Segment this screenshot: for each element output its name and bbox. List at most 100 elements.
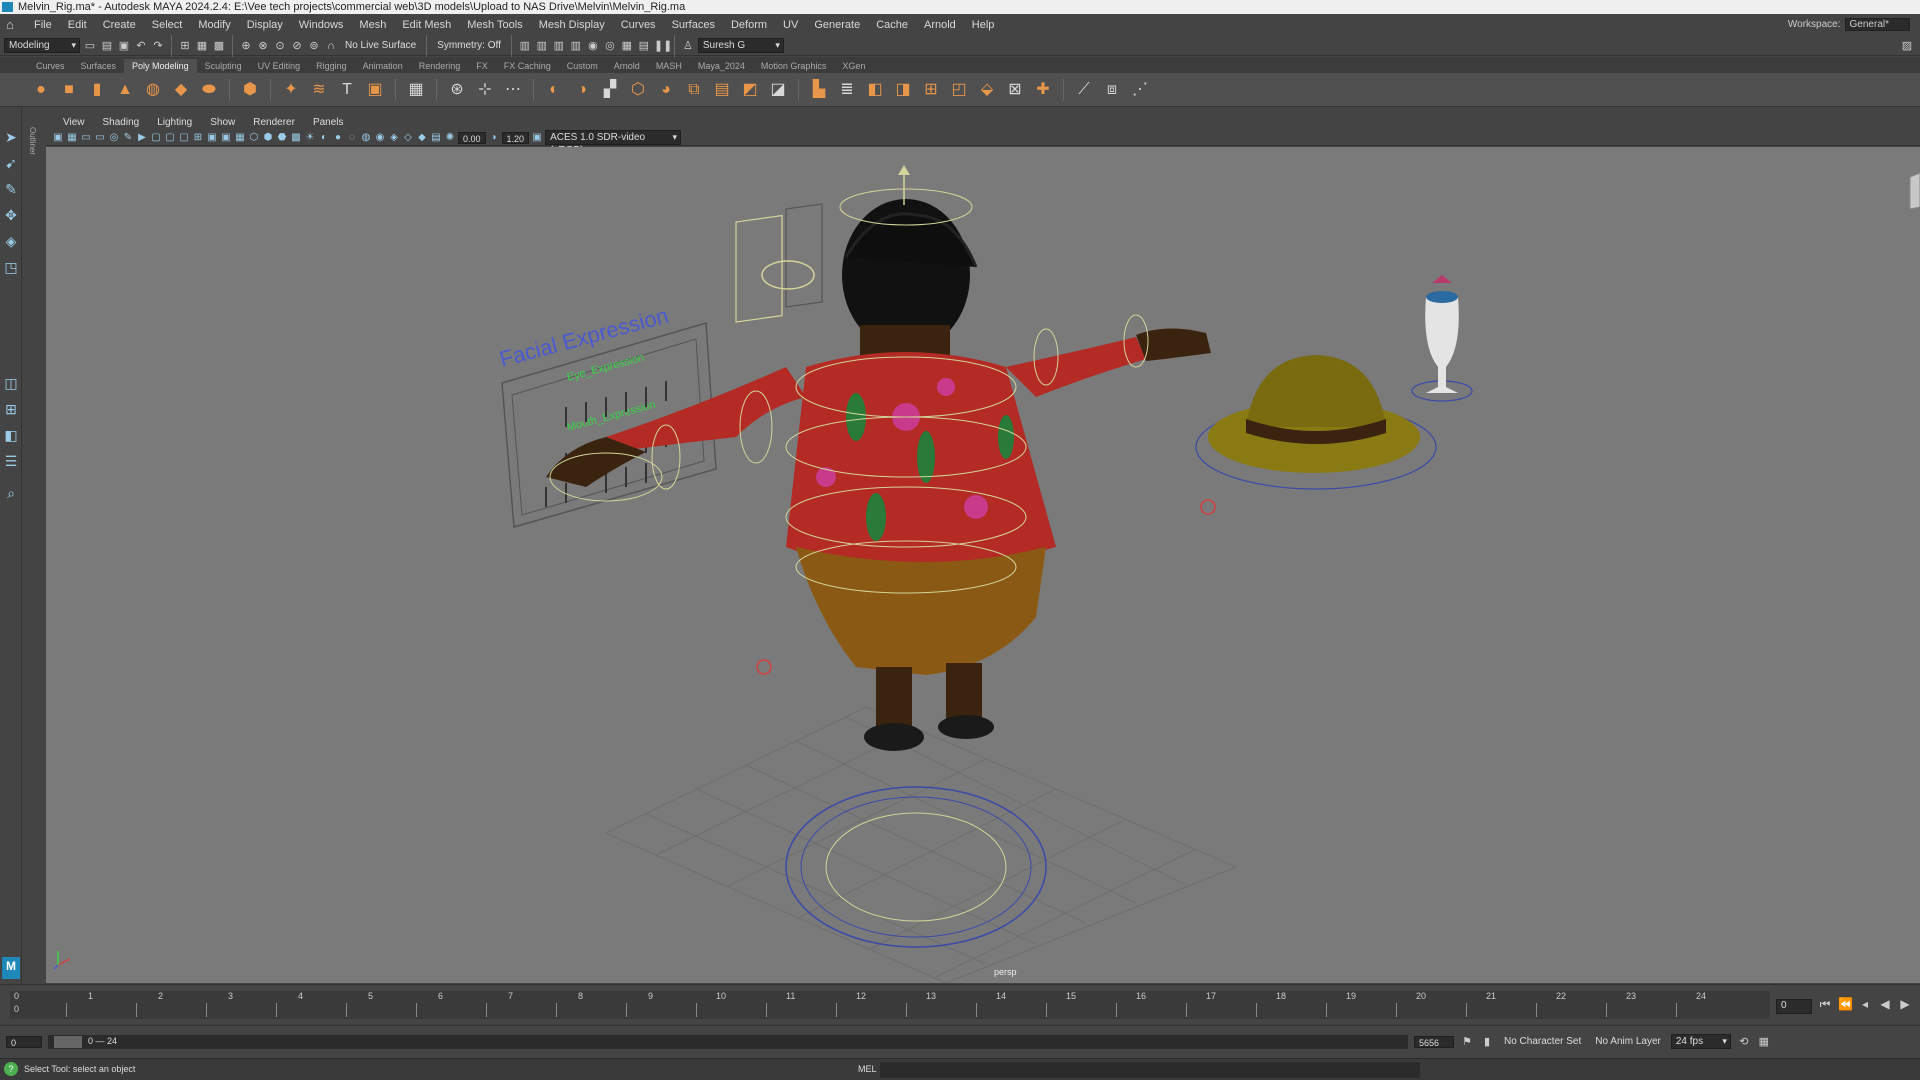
append-icon[interactable]: ◩: [739, 79, 761, 101]
paint-select-icon[interactable]: ✎: [3, 181, 19, 197]
shelf-tab-arnold[interactable]: Arnold: [606, 59, 648, 73]
redo-icon[interactable]: ↷: [151, 39, 165, 53]
character-set-field[interactable]: No Character Set: [1500, 1036, 1585, 1047]
playback-options-icon[interactable]: ▦: [1757, 1035, 1771, 1049]
toggle-sidebar-icon[interactable]: ▨: [1900, 39, 1914, 53]
panel-menu-shading[interactable]: Shading: [94, 117, 149, 128]
play-forwards-icon[interactable]: ▶: [1898, 997, 1912, 1012]
view-transform-dropdown[interactable]: ACES 1.0 SDR-video (sRGB): [545, 130, 682, 156]
shelf-tab-sculpting[interactable]: Sculpting: [197, 59, 250, 73]
step-back-key-icon[interactable]: ⏪: [1838, 997, 1853, 1012]
use-all-lights-icon[interactable]: ☀: [304, 132, 316, 144]
new-scene-icon[interactable]: ▭: [83, 39, 97, 53]
insert-loop-icon[interactable]: ⧈: [1101, 79, 1123, 101]
menu-arnold[interactable]: Arnold: [916, 19, 964, 31]
arnold-ipr-icon[interactable]: ▦: [620, 39, 634, 53]
exposure-field[interactable]: 0.00: [458, 131, 486, 144]
measure-icon[interactable]: ⋯: [502, 79, 524, 101]
menu-edit-mesh[interactable]: Edit Mesh: [394, 19, 459, 31]
shelf-tab-curves[interactable]: Curves: [28, 59, 73, 73]
type-tool-icon[interactable]: T: [336, 79, 358, 101]
shadows-icon[interactable]: ◐: [318, 132, 330, 144]
menu-generate[interactable]: Generate: [806, 19, 868, 31]
safe-action-icon[interactable]: ▣: [206, 132, 218, 144]
home-icon[interactable]: ⌂: [6, 18, 20, 31]
svg-tool-icon[interactable]: ▣: [364, 79, 386, 101]
magnet-icon[interactable]: ∩: [324, 39, 338, 53]
image-plane-icon[interactable]: ▭: [94, 132, 106, 144]
menu-create[interactable]: Create: [95, 19, 144, 31]
select-tool-icon[interactable]: ➤: [3, 129, 19, 145]
smooth-shade-icon[interactable]: ⬢: [262, 132, 274, 144]
save-scene-icon[interactable]: ▣: [117, 39, 131, 53]
menu-modify[interactable]: Modify: [190, 19, 238, 31]
multi-cut-icon[interactable]: ✚: [1032, 79, 1054, 101]
super-shape-icon[interactable]: ✦: [280, 79, 302, 101]
panel-menu-panels[interactable]: Panels: [304, 117, 353, 128]
panel-menu-show[interactable]: Show: [201, 117, 244, 128]
snap-surface-icon[interactable]: ⊚: [307, 39, 321, 53]
hypershade-icon[interactable]: ◉: [586, 39, 600, 53]
reduce-icon[interactable]: ◑: [571, 79, 593, 101]
field-chart-icon[interactable]: ⊞: [192, 132, 204, 144]
symmetry-field[interactable]: Symmetry: Off: [433, 40, 505, 51]
current-frame-field[interactable]: 0: [1776, 999, 1812, 1014]
arnold-render-icon[interactable]: ◎: [603, 39, 617, 53]
gate-mask-icon[interactable]: ▢: [178, 132, 190, 144]
persp-viewport[interactable]: Facial Expression Eye_Expression Mouth_E…: [46, 147, 1920, 983]
mel-command-input[interactable]: [880, 1062, 1420, 1078]
animation-start-field[interactable]: 0: [6, 1035, 42, 1048]
live-surface-field[interactable]: No Live Surface: [341, 40, 420, 51]
scale-tool-icon[interactable]: ◳: [3, 259, 19, 275]
combine-icon[interactable]: ▞: [599, 79, 621, 101]
anim-layer-field[interactable]: No Anim Layer: [1591, 1036, 1665, 1047]
2d-pan-zoom-icon[interactable]: ◎: [108, 132, 120, 144]
menu-display[interactable]: Display: [239, 19, 291, 31]
menu-file[interactable]: File: [26, 19, 60, 31]
ipr-render-icon[interactable]: ▥: [552, 39, 566, 53]
shelf-tab-poly-modeling[interactable]: Poly Modeling: [124, 59, 197, 73]
playblast-icon[interactable]: ▶: [136, 132, 148, 144]
render-view-icon[interactable]: ▥: [518, 39, 532, 53]
bridge-icon[interactable]: ▤: [711, 79, 733, 101]
panel-menu-lighting[interactable]: Lighting: [148, 117, 201, 128]
backface-culling-icon[interactable]: ▤: [430, 132, 442, 144]
shelf-tab-mash[interactable]: MASH: [648, 59, 690, 73]
poly-cone-icon[interactable]: ▲: [114, 79, 136, 101]
uv-grid-icon[interactable]: ▦: [405, 79, 427, 101]
poly-plane-icon[interactable]: ◆: [170, 79, 192, 101]
poly-disc-icon[interactable]: ⬬: [198, 79, 220, 101]
play-backwards-icon[interactable]: ◀: [1878, 997, 1892, 1012]
shelf-tab-fx[interactable]: FX: [468, 59, 496, 73]
panel-menu-renderer[interactable]: Renderer: [244, 117, 304, 128]
four-pane-icon[interactable]: ⊞: [3, 401, 19, 417]
menu-mesh[interactable]: Mesh: [351, 19, 394, 31]
color-management-icon[interactable]: ▣: [531, 132, 543, 144]
fill-hole-icon[interactable]: ◪: [767, 79, 789, 101]
snap-curve-icon[interactable]: ⊗: [256, 39, 270, 53]
outliner-layout-icon[interactable]: ☰: [3, 453, 19, 469]
collapse-icon[interactable]: ◰: [948, 79, 970, 101]
menu-mesh-tools[interactable]: Mesh Tools: [459, 19, 530, 31]
menu-curves[interactable]: Curves: [613, 19, 664, 31]
auto-key-icon[interactable]: ▮: [1480, 1035, 1494, 1049]
range-handle[interactable]: [54, 1035, 82, 1048]
wireframe-icon[interactable]: ⬡: [248, 132, 260, 144]
view-cube[interactable]: [1909, 172, 1920, 210]
gamma-field[interactable]: 1.20: [501, 131, 530, 144]
render-settings-icon[interactable]: ▥: [569, 39, 583, 53]
safe-title-icon[interactable]: ▣: [220, 132, 232, 144]
poly-torus-icon[interactable]: ◍: [142, 79, 164, 101]
animation-end-field[interactable]: 5656: [1414, 1035, 1454, 1048]
pause-icon[interactable]: ❚❚: [654, 39, 672, 53]
snap-grid-icon[interactable]: ⊕: [239, 39, 253, 53]
circularize-icon[interactable]: ⊞: [920, 79, 942, 101]
ambient-occlusion-icon[interactable]: ●: [332, 132, 344, 144]
shelf-tab-custom[interactable]: Custom: [559, 59, 606, 73]
go-to-start-icon[interactable]: ⏮: [1818, 997, 1832, 1012]
move-tool-icon[interactable]: ✥: [3, 207, 19, 223]
extrude-icon[interactable]: ▙: [808, 79, 830, 101]
shelf-tab-rendering[interactable]: Rendering: [411, 59, 469, 73]
wireframe-on-shaded-icon[interactable]: ⬣: [276, 132, 288, 144]
bookmarks-icon[interactable]: ▭: [80, 132, 92, 144]
